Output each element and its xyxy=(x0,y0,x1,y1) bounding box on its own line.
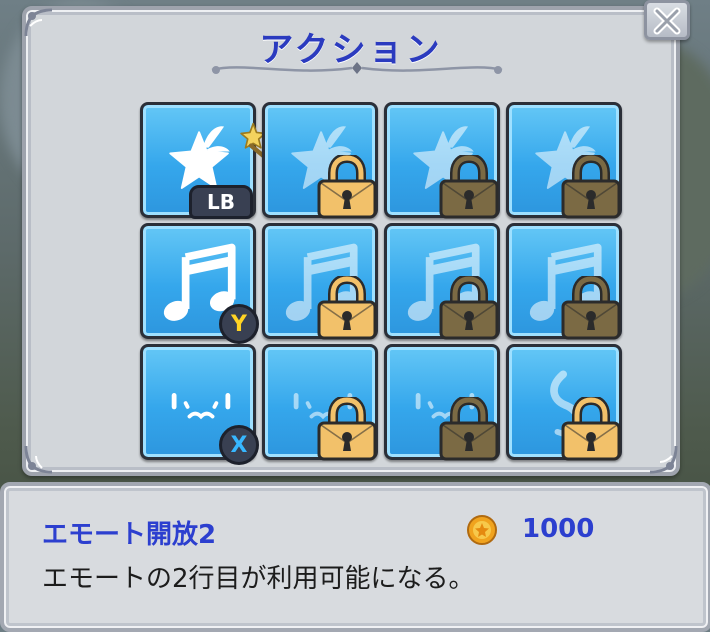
action-slot-r3c2[interactable] xyxy=(262,344,378,460)
action-slot-r3c3[interactable] xyxy=(384,344,500,460)
action-slot-r2c3[interactable] xyxy=(384,223,500,339)
description-panel: エモート開放2 1000 エモートの2行目が利用可能になる。 xyxy=(0,482,710,632)
padlock-icon xyxy=(315,276,379,342)
action-slot-r2c4[interactable] xyxy=(506,223,622,339)
action-slot-r1c2[interactable] xyxy=(262,102,378,218)
padlock-icon xyxy=(437,276,501,342)
padlock-icon xyxy=(559,276,623,342)
padlock-icon xyxy=(437,397,501,463)
gold-coin-icon xyxy=(466,514,498,546)
action-slot-r3c1[interactable]: X xyxy=(140,344,259,465)
lb-button-badge: LB xyxy=(189,185,253,219)
action-slot-r1c3[interactable] xyxy=(384,102,500,218)
action-slot-r1c1[interactable]: LB xyxy=(140,102,256,219)
corner-ornament xyxy=(22,442,56,476)
padlock-icon xyxy=(559,397,623,463)
unlock-price: 1000 xyxy=(522,514,595,544)
padlock-icon xyxy=(315,155,379,221)
unlock-title: エモート開放2 xyxy=(42,520,217,550)
y-button-badge: Y xyxy=(219,304,259,344)
action-grid: LB Y X xyxy=(140,102,622,465)
padlock-icon xyxy=(437,155,501,221)
padlock-icon xyxy=(559,155,623,221)
unlock-description: エモートの2行目が利用可能になる。 xyxy=(42,564,475,594)
action-slot-r2c2[interactable] xyxy=(262,223,378,339)
action-slot-r1c4[interactable] xyxy=(506,102,622,218)
title-ornament xyxy=(211,62,503,74)
action-panel: アクション LB Y X xyxy=(22,6,680,476)
x-button-badge: X xyxy=(219,425,259,465)
action-slot-r3c4[interactable] xyxy=(506,344,622,460)
close-button[interactable] xyxy=(644,0,690,40)
corner-ornament xyxy=(646,442,680,476)
action-slot-r2c1[interactable]: Y xyxy=(140,223,259,344)
close-x-icon xyxy=(653,7,681,35)
padlock-icon xyxy=(315,397,379,463)
